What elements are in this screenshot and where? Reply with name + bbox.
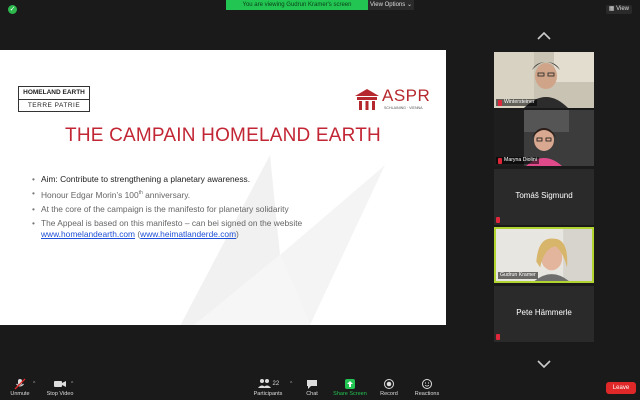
participant-name-label: Gudrun Kramer xyxy=(498,272,538,279)
audio-options-caret-icon[interactable]: ^ xyxy=(33,381,35,387)
participant-tile-active-speaker[interactable]: Gudrun Kramer xyxy=(494,227,594,283)
bullet-text: anniversary. xyxy=(142,189,191,200)
participants-caret-icon[interactable]: ^ xyxy=(290,381,292,387)
participant-name: Pete Hämmerle xyxy=(516,308,572,317)
participant-name: Gudrun Kramer xyxy=(500,272,536,278)
participant-name: Tomáš Sigmund xyxy=(515,191,573,200)
logo-line2: TERRE PATRIE xyxy=(27,102,81,109)
participant-tile[interactable]: Wintersteiner xyxy=(494,52,594,108)
heimatlanderde-link[interactable]: www.heimatlanderde.com xyxy=(140,229,236,239)
participant-name: Wintersteiner xyxy=(504,99,535,105)
chat-bubble-icon xyxy=(307,380,317,389)
record-icon xyxy=(384,379,394,389)
video-camera-icon xyxy=(54,381,66,387)
video-options-caret-icon[interactable]: ^ xyxy=(71,381,73,387)
share-screen-icon xyxy=(345,379,355,389)
zoom-meeting-window: ✓ You are viewing Gudrun Kramer's screen… xyxy=(0,0,640,400)
muted-mic-icon xyxy=(496,217,500,223)
aspr-name: ASPR xyxy=(382,86,431,105)
participant-name-label: Maryna Diolini xyxy=(496,157,539,164)
participants-count: 22 xyxy=(272,381,280,387)
participants-label: Participants xyxy=(253,391,283,397)
participant-tile[interactable]: Maryna Diolini xyxy=(494,110,594,166)
meeting-toolbar: Unmute ^ Stop Video ^ 22 Participants ^ xyxy=(0,376,640,400)
record-label: Record xyxy=(380,391,398,397)
view-button-label: View xyxy=(616,6,629,12)
bullet-item: The Appeal is based on this manifesto – … xyxy=(32,218,432,240)
participants-icon-group: 22 xyxy=(252,378,284,390)
bullet-text: Aim: Contribute to strengthening a plane… xyxy=(41,174,251,184)
participant-tile[interactable]: Pete Hämmerle xyxy=(494,286,594,342)
bullet-list: Aim: Contribute to strengthening a plane… xyxy=(32,174,432,243)
participants-button[interactable]: 22 Participants xyxy=(252,378,284,400)
scroll-up-chevron-icon[interactable] xyxy=(536,31,552,41)
participant-name: Maryna Diolini xyxy=(504,157,537,163)
share-screen-label: Share Screen xyxy=(333,391,367,397)
record-button[interactable]: Record xyxy=(378,378,400,400)
share-status-text: You are viewing Gudrun Kramer's screen xyxy=(226,0,368,10)
homelandearth-link[interactable]: www.homelandearth.com xyxy=(41,229,135,239)
scroll-down-chevron-icon[interactable] xyxy=(536,359,552,369)
homeland-earth-logo: HOMELAND EARTH TERRE PATRIE xyxy=(18,86,90,112)
bullet-text: The Appeal is based on this manifesto – … xyxy=(41,217,303,228)
chat-button[interactable]: Chat xyxy=(302,378,322,400)
unmute-label: Unmute xyxy=(10,391,30,397)
castle-icon xyxy=(355,89,379,110)
aspr-subtitle: SCHLAINING · VIENNA xyxy=(384,106,423,110)
aspr-logo: ASPR SCHLAINING · VIENNA xyxy=(354,86,434,116)
bullet-item: Aim: Contribute to strengthening a plane… xyxy=(32,174,432,185)
muted-mic-icon xyxy=(498,99,502,106)
people-icon xyxy=(257,379,271,389)
participant-tile[interactable]: Tomáš Sigmund xyxy=(494,169,594,225)
unmute-button[interactable]: Unmute xyxy=(6,378,34,400)
view-button[interactable]: ▦ View xyxy=(605,5,632,14)
view-options-button[interactable]: View Options ⌄ xyxy=(368,0,414,10)
bullet-text: Honour Edgar Morin’s 100 xyxy=(41,189,139,200)
muted-microphone-icon xyxy=(14,378,26,390)
muted-mic-icon xyxy=(498,157,502,164)
bullet-item: Honour Edgar Morin’s 100th anniversary. xyxy=(32,188,432,201)
grid-icon: ▦ xyxy=(608,6,615,12)
bullet-text: At the core of the campaign is the manif… xyxy=(41,203,289,214)
chat-label: Chat xyxy=(306,391,318,397)
reactions-button[interactable]: Reactions xyxy=(412,378,442,400)
bullet-item: At the core of the campaign is the manif… xyxy=(32,204,432,215)
participant-name-label: Wintersteiner xyxy=(496,99,537,106)
share-screen-button[interactable]: Share Screen xyxy=(332,378,368,400)
leave-button[interactable]: Leave xyxy=(606,382,636,394)
slide-title: THE CAMPAIN HOMELAND EARTH xyxy=(65,125,381,146)
screen-share-banner: You are viewing Gudrun Kramer's screen V… xyxy=(226,0,414,10)
muted-mic-icon xyxy=(496,334,500,340)
security-shield-icon[interactable]: ✓ xyxy=(8,5,17,14)
bullet-text: ) xyxy=(236,228,239,239)
stop-video-label: Stop Video xyxy=(46,391,74,397)
reactions-label: Reactions xyxy=(414,391,440,397)
smiley-reaction-icon xyxy=(422,379,432,389)
logo-line1: HOMELAND EARTH xyxy=(19,87,89,100)
shared-screen-slide: HOMELAND EARTH TERRE PATRIE ASPR SCHLAIN… xyxy=(0,50,446,325)
